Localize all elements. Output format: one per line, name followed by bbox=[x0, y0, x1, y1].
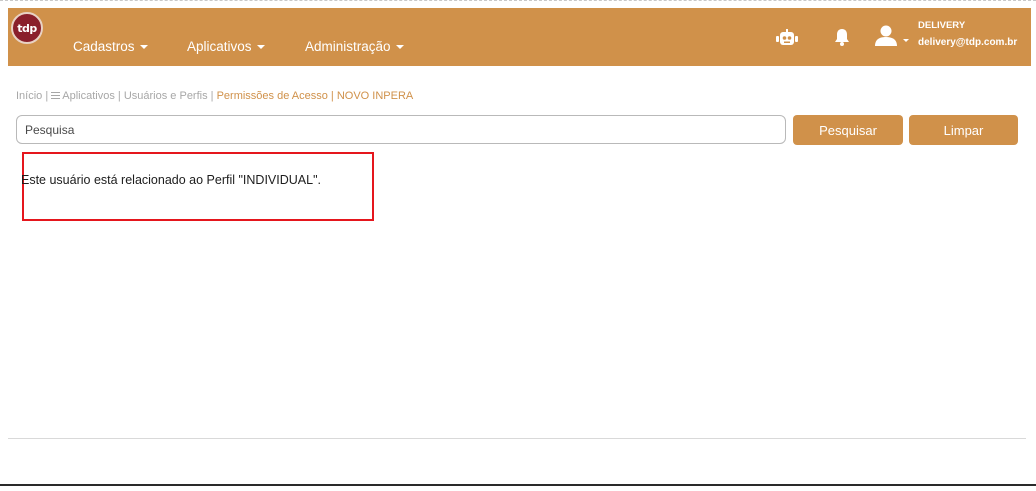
breadcrumb-home[interactable]: Início | bbox=[16, 90, 48, 102]
nav-menu-label: Aplicativos bbox=[187, 39, 252, 54]
user-icon bbox=[875, 25, 909, 46]
search-input[interactable] bbox=[16, 115, 786, 144]
search-button[interactable]: Pesquisar bbox=[793, 115, 903, 145]
logo-text: tdp bbox=[17, 21, 37, 35]
chevron-down-icon bbox=[395, 45, 404, 49]
nav-menu-label: Administração bbox=[305, 39, 391, 54]
nav-menu-aplicativos[interactable]: Aplicativos bbox=[187, 39, 265, 54]
top-navbar: tdp Cadastros Aplicativos Administração bbox=[8, 8, 1031, 66]
clear-button[interactable]: Limpar bbox=[909, 115, 1018, 145]
nav-menu-administracao[interactable]: Administração bbox=[305, 39, 404, 54]
breadcrumb: Início | Aplicativos | Usuários e Perfis… bbox=[16, 90, 413, 102]
user-menu-button[interactable] bbox=[874, 25, 910, 47]
profile-message: Este usuário está relacionado ao Perfil … bbox=[21, 173, 321, 187]
user-name: DELIVERY bbox=[918, 20, 966, 31]
breadcrumb-apps[interactable]: Aplicativos | bbox=[62, 90, 121, 102]
menu-icon bbox=[51, 92, 61, 99]
chevron-down-icon bbox=[139, 45, 148, 49]
window-bottom-edge bbox=[0, 484, 1036, 486]
breadcrumb-current: Permissões de Acesso | NOVO INPERA bbox=[216, 90, 414, 102]
breadcrumb-users[interactable]: Usuários e Perfis | bbox=[124, 90, 214, 102]
footer-divider bbox=[8, 438, 1026, 439]
chevron-down-icon bbox=[256, 45, 265, 49]
bell-icon[interactable] bbox=[834, 28, 850, 47]
nav-menu-cadastros[interactable]: Cadastros bbox=[73, 39, 148, 54]
user-email: delivery@tdp.com.br bbox=[918, 37, 1018, 48]
robot-icon[interactable] bbox=[776, 29, 798, 47]
page-frame: tdp Cadastros Aplicativos Administração bbox=[0, 0, 1036, 491]
nav-menu-label: Cadastros bbox=[73, 39, 135, 54]
tdp-logo[interactable]: tdp bbox=[11, 12, 43, 44]
